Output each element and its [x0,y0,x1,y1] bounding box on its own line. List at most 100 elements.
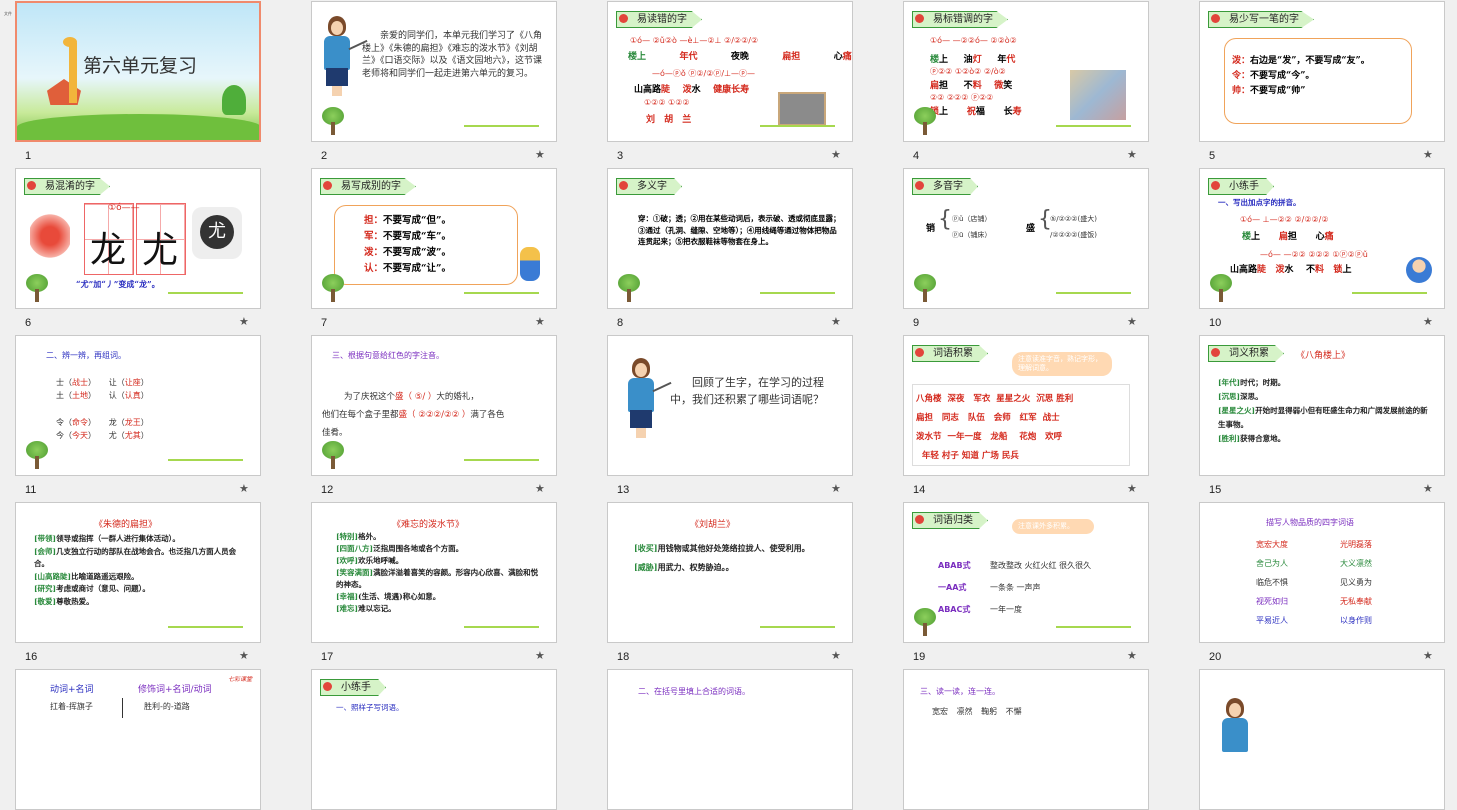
exercise-subtitle: 二、在括号里填上合适的词语。 [638,687,750,696]
char-long: 龙 [90,230,127,271]
star-icon[interactable]: ★ [535,482,545,495]
slide-thumb-10[interactable]: 小练手 一、写出加点字的拼音。 ①ó— ⊥—②② ②/②②/② 楼上 扁担 心痛… [1199,168,1445,329]
star-icon[interactable]: ★ [239,482,249,495]
slide-thumb-5[interactable]: 易少写一笔的字 泼：右边是“发”，不要写成“友”。 令：不要写成“今”。 帅：不… [1199,1,1445,162]
star-icon[interactable]: ★ [831,482,841,495]
column-heading: 修饰词+名词/动词 [138,685,212,695]
star-icon[interactable]: ★ [535,649,545,662]
tag-icon [323,181,332,190]
rule-list: 担：不要写成“但”。 军：不要写成“车”。 泼：不要写成“波”。 认：不要写成“… [364,215,451,274]
slide-thumb-7[interactable]: 易写成别的字 担：不要写成“但”。 军：不要写成“车”。 泼：不要写成“波”。 … [311,168,557,329]
lesson-title: 描写人物品质的四字词语 [1266,518,1354,527]
rule-list: 泼：右边是“发”，不要写成“友”。 令：不要写成“今”。 帅：不要写成“帅” [1232,56,1370,96]
polyphone-char: 销 [926,224,936,234]
word-row: 楼上 扁担 心痛 [1242,232,1334,242]
star-icon[interactable]: ★ [239,315,249,328]
slide-thumb-13[interactable]: 回顾了生字，在学习的过程中，我们还积累了哪些词语呢？ 13 ★ [607,335,853,496]
star-icon[interactable]: ★ [1127,482,1137,495]
pinyin-row: ①ó— ⊥—②② ②/②②/② [1240,215,1329,224]
slide-number: 11 [25,484,37,496]
slide-thumb-21[interactable]: 动词+名词 修饰词+名词/动词 七彩课堂 扛着-挥旗子 胜利-的-道路 [15,669,261,810]
slide-thumb-2[interactable]: 亲爱的同学们，本单元我们学习了《八角楼上》《朱德的扁担》《难忘的泼水节》《刘胡兰… [311,1,557,162]
slide-thumb-9[interactable]: 多音字 销 { ⓟǔ（店铺） ⓟū（铺床） 盛 { ⑤/②②②(盛大)/②②②②(… [903,168,1149,329]
tree-icon [320,274,346,302]
tree-illustration [222,85,246,115]
lesson-title: 《朱德的扁担》 [94,520,158,530]
slide-thumb-18[interactable]: 《刘胡兰》 [收买]用钱物或其他好处笼络拉拢人、使受利用。 [威胁]用武力、权势… [607,502,853,663]
slide-number: 13 [617,484,630,496]
word-row: 扁担 不料 微笑 [930,81,1013,91]
slide-number: 19 [913,651,926,663]
example-word: 扛着-挥旗子 [50,702,93,711]
slide-thumb-1[interactable]: 第六单元复习 1 [15,1,261,162]
slide-thumb-23[interactable]: 二、在括号里填上合适的词语。 [607,669,853,810]
slide-thumb-24[interactable]: 三、读一读，连一连。 宽宏 凛然 鞠躬 不懈 [903,669,1149,810]
polyphone-options: ⑤/②②②(盛大)/②②②②(盛饭) [1050,215,1097,239]
slide-thumb-12[interactable]: 三、根据句意给红色的字注音。 为了庆祝这个盛（ ⑤/ ）大的婚礼， 他们在每个盒… [311,335,557,496]
slide-number: 18 [617,651,630,663]
star-icon[interactable]: ★ [239,649,249,662]
tree-icon [320,107,346,135]
pinyin-row: ②② ②②② ⓟ②② [930,93,994,102]
star-icon[interactable]: ★ [1127,649,1137,662]
tag-icon [1211,348,1220,357]
category-list: ABAB式 整改整改 火红火红 很久很久 一AA式 一条条 一声声 ABAC式 一年一… [938,561,1092,614]
column-heading: 动词+名词 [50,685,94,695]
slide-number: 6 [25,317,32,329]
tag-icon [915,515,924,524]
section-tag: 易读错的字 [616,11,702,28]
star-icon[interactable]: ★ [1127,315,1137,328]
pinyin-row: ⓟ②② ①②ò② ②/ò② [930,67,1006,76]
slide-thumb-6[interactable]: 易混淆的字 龙 尤 ①ó—— 尤 “尤”加“丿”变成“龙”。 6 ★ [15,168,261,329]
slide-thumb-8[interactable]: 多义字 穿：①破；透；②用在某些动词后，表示破、透或彻底显露；③通过（孔洞、缝隙… [607,168,853,329]
slide-thumb-16[interactable]: 《朱德的扁担》 [带领]领导或指挥（一群人进行集体活动）。 [会师]几支独立行动… [15,502,261,663]
slide-thumb-14[interactable]: 词语积累 注意读准字音，熟记字形，理解词意。 八角楼 深夜 军衣 星星之火 沉思… [903,335,1149,496]
star-icon[interactable]: ★ [1423,315,1433,328]
slide-thumb-22[interactable]: 小练手 一、照样子写词语。 [311,669,557,810]
slide-number: 2 [321,150,328,162]
dragon-icon [30,213,70,259]
idiom-left: 宽宏大度 舍己为人 临危不惧 视死如归 平易近人 [1256,540,1288,625]
note-text: “尤”加“丿”变成“龙”。 [76,279,160,289]
slide-thumb-3[interactable]: 易读错的字 ①ó— ②ǔ②ò —è⊥—②⊥ ②/②②/② 楼上 年代 夜晚 扁担… [607,1,853,162]
star-icon[interactable]: ★ [1423,482,1433,495]
star-icon[interactable]: ★ [1423,649,1433,662]
crowd-photo [1070,70,1126,120]
slide-thumb-20[interactable]: 描写人物品质的四字词语 宽宏大度 舍己为人 临危不惧 视死如归 平易近人 光明磊落 大义凛… [1199,502,1445,663]
star-icon[interactable]: ★ [831,148,841,161]
exercise-subtitle: 二、辨一辨，再组词。 [46,351,126,360]
tag-icon [323,682,332,691]
slide-thumb-15[interactable]: 词义积累 《八角楼上》 [年代]时代；时期。 [沉思]深思。 [星星之火]开始时… [1199,335,1445,496]
tree-icon [24,441,50,469]
definition-text: 穿：①破；透；②用在某些动词后，表示破、透或彻底显露；③通过（孔洞、缝隙、空地等… [638,214,841,246]
slide-number: 4 [913,150,920,162]
slide-thumb-11[interactable]: 二、辨一辨，再组词。 士（战士） 让（让座） 土（土地） 认（认真） 令（命令）… [15,335,261,496]
definition-list: [收买]用钱物或其他好处笼络拉拢人、使受利用。 [威胁]用武力、权势胁迫。。 [634,543,810,572]
menu-file[interactable]: 文件 [4,11,12,16]
tree-icon [616,274,642,302]
star-icon[interactable]: ★ [535,148,545,161]
tag-icon [915,348,924,357]
slide-thumb-19[interactable]: 词语归类 注意课外多积累。 ABAB式 整改整改 火红火红 很久很久 一AA式 一条… [903,502,1149,663]
word-row: 刘 胡 兰 [646,115,692,125]
star-icon[interactable]: ★ [831,649,841,662]
question-text: 回顾了生字，在学习的过程中，我们还积累了哪些词语呢？ [670,376,824,406]
pinyin-row: —ó— —②② ②②② ①ⓟ②ⓟǔ [1260,250,1368,259]
slide-thumb-25[interactable] [1199,669,1445,810]
slide-thumb-4[interactable]: 易标错调的字 ①ó— —②②ó— ②②ò② 楼上 油灯 年代 ⓟ②② ①②ò② … [903,1,1149,162]
star-icon[interactable]: ★ [1127,148,1137,161]
tree-icon [1208,274,1234,302]
slide-number: 1 [25,150,32,162]
star-icon[interactable]: ★ [1423,148,1433,161]
sentence-text: 他们在每个盒子里都盛（ ②②②/②② ）满了各色 [322,410,505,420]
star-icon[interactable]: ★ [831,315,841,328]
photo-thumbnail [778,92,826,126]
tag-icon [1211,181,1220,190]
star-icon[interactable]: ★ [535,315,545,328]
lesson-title: 《难忘的泼水节》 [392,520,465,530]
tag-icon [619,181,628,190]
exercise-subtitle: 一、写出加点字的拼音。 [1218,198,1301,207]
slide-thumb-17[interactable]: 《难忘的泼水节》 [特别]格外。 [四面八方]泛指周围各地或各个方面。 [欢呼]… [311,502,557,663]
tip-callout: 注意课外多积累。 [1012,519,1094,534]
slide-number: 17 [321,651,334,663]
